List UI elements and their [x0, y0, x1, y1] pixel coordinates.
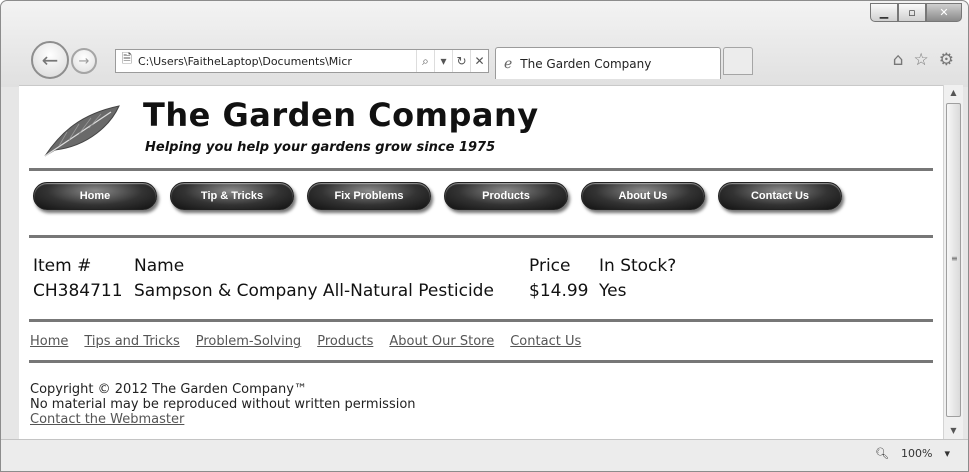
nav-home-button[interactable]: Home: [33, 182, 157, 210]
product-table: Item # Name Price In Stock? CH384711 Sam…: [33, 254, 676, 304]
nav-products-button[interactable]: Products: [444, 182, 568, 210]
address-bar[interactable]: 🗎 C:\Users\FaitheLaptop\Documents\Micr ⌕…: [115, 49, 489, 73]
table-header-row: Item # Name Price In Stock?: [33, 254, 676, 279]
scroll-thumb[interactable]: ≡: [946, 103, 961, 417]
close-button[interactable]: ✕: [926, 3, 962, 22]
grip-icon: ≡: [951, 254, 958, 263]
back-arrow-icon: ←: [41, 48, 59, 72]
zoom-icon: 🔍︎: [875, 447, 890, 460]
cell-name: Sampson & Company All-Natural Pesticide: [134, 281, 494, 301]
link-about[interactable]: About Our Store: [389, 334, 494, 349]
search-icon[interactable]: ⌕: [416, 50, 434, 72]
notice-text: No material may be reproduced without wr…: [30, 397, 416, 412]
footer: Copyright © 2012 The Garden Company™ No …: [30, 382, 416, 427]
scroll-up-icon[interactable]: ▲: [944, 85, 963, 101]
link-products[interactable]: Products: [317, 334, 373, 349]
cell-stock: Yes: [599, 281, 627, 301]
address-url[interactable]: C:\Users\FaitheLaptop\Documents\Micr: [138, 55, 416, 68]
browser-window: ▁ ▫ ✕ ← → 🗎 C:\Users\FaitheLaptop\Docume…: [0, 0, 969, 472]
forward-button[interactable]: →: [71, 48, 97, 74]
ie-icon: ℯ: [504, 55, 513, 72]
divider: [29, 360, 933, 363]
toolbar-icons: ⌂ ☆ ⚙: [893, 50, 954, 70]
new-tab-button[interactable]: [723, 47, 753, 75]
header-price: Price: [529, 256, 571, 276]
divider: [29, 319, 933, 322]
nav-contact-button[interactable]: Contact Us: [718, 182, 842, 210]
maximize-button[interactable]: ▫: [898, 3, 926, 22]
forward-arrow-icon: →: [78, 53, 90, 69]
zoom-control[interactable]: 🔍︎ 100% ▾: [875, 447, 950, 460]
divider: [29, 168, 933, 171]
favorites-star-icon[interactable]: ☆: [914, 50, 929, 70]
cell-price: $14.99: [529, 281, 589, 301]
company-name: The Garden Company: [143, 96, 539, 134]
vertical-scrollbar[interactable]: ▲ ≡ ▼: [943, 85, 963, 439]
minimize-button[interactable]: ▁: [870, 3, 898, 22]
copyright-text: Copyright © 2012 The Garden Company™: [30, 382, 307, 397]
link-problem-solving[interactable]: Problem-Solving: [196, 334, 301, 349]
contact-webmaster-link[interactable]: Contact the Webmaster: [30, 412, 184, 427]
header-name: Name: [134, 256, 185, 276]
tagline: Helping you help your gardens grow since…: [145, 140, 496, 155]
header-stock: In Stock?: [599, 256, 677, 276]
refresh-icon[interactable]: ↻: [452, 50, 470, 72]
back-button[interactable]: ←: [31, 41, 69, 79]
header-item: Item #: [33, 256, 92, 276]
gear-icon[interactable]: ⚙: [939, 50, 954, 70]
page-header: The Garden Company Helping you help your…: [33, 88, 933, 162]
cell-item: CH384711: [33, 281, 123, 301]
link-tips[interactable]: Tips and Tricks: [84, 334, 179, 349]
nav-about-button[interactable]: About Us: [581, 182, 705, 210]
home-icon[interactable]: ⌂: [893, 50, 904, 70]
nav-bar: Home Tip & Tricks Fix Problems Products …: [33, 182, 855, 210]
nav-tips-button[interactable]: Tip & Tricks: [170, 182, 294, 210]
page-viewport: The Garden Company Helping you help your…: [19, 85, 943, 439]
link-contact[interactable]: Contact Us: [510, 334, 581, 349]
zoom-level: 100%: [901, 447, 933, 460]
leaf-logo: [44, 105, 120, 157]
status-bar: 🔍︎ 100% ▾: [1, 439, 968, 471]
link-home[interactable]: Home: [30, 334, 68, 349]
table-row: CH384711 Sampson & Company All-Natural P…: [33, 279, 676, 304]
browser-chrome: ▁ ▫ ✕ ← → 🗎 C:\Users\FaitheLaptop\Docume…: [1, 1, 968, 87]
divider: [29, 235, 933, 238]
page-icon: 🗎: [121, 52, 133, 67]
zoom-dropdown-icon[interactable]: ▾: [944, 447, 950, 460]
dropdown-icon[interactable]: ▾: [434, 50, 452, 72]
window-controls: ▁ ▫ ✕: [870, 3, 962, 22]
scroll-down-icon[interactable]: ▼: [944, 423, 963, 439]
nav-fix-problems-button[interactable]: Fix Problems: [307, 182, 431, 210]
stop-icon[interactable]: ✕: [470, 50, 488, 72]
tab-title: The Garden Company: [520, 56, 652, 71]
footer-links: Home Tips and Tricks Problem-Solving Pro…: [30, 334, 581, 349]
tab-active[interactable]: ℯ The Garden Company: [495, 47, 721, 79]
